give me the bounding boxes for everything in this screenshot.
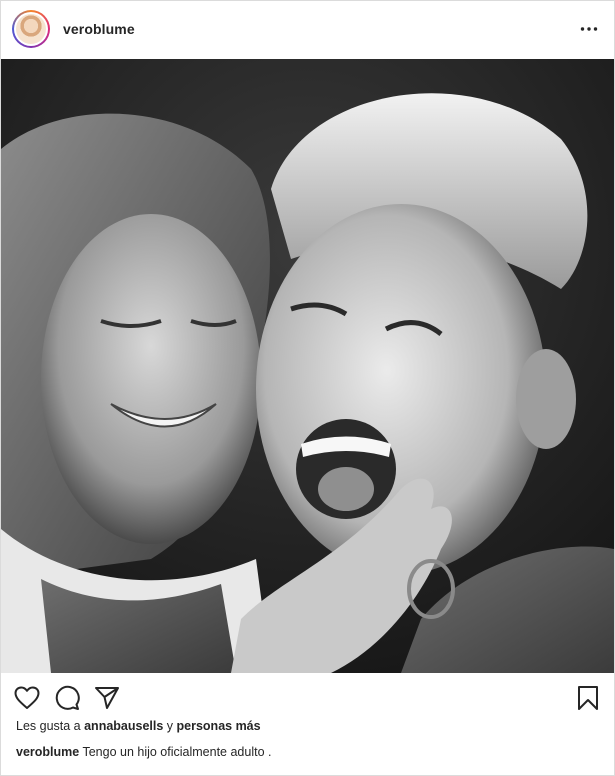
- more-options-button[interactable]: [577, 19, 601, 39]
- like-button[interactable]: [13, 684, 41, 712]
- photo-image: [1, 59, 614, 673]
- likes-summary: Les gusta a annabausells y personas más: [16, 719, 261, 733]
- post-actions: [1, 678, 614, 718]
- save-button[interactable]: [574, 684, 602, 712]
- likes-middle: y: [163, 719, 177, 733]
- comment-icon: [55, 685, 80, 710]
- bookmark-icon: [578, 686, 598, 710]
- paper-plane-icon: [95, 687, 119, 709]
- heart-icon: [14, 686, 40, 709]
- avatar[interactable]: [12, 10, 50, 48]
- likes-others-link[interactable]: personas más: [177, 719, 261, 733]
- caption-text: Tengo un hijo oficialmente adulto .: [79, 745, 272, 759]
- share-button[interactable]: [93, 684, 121, 712]
- username-link[interactable]: veroblume: [63, 21, 135, 37]
- liked-by-user-link[interactable]: annabausells: [84, 719, 163, 733]
- instagram-post: veroblume Les gusta a annabausells y per…: [0, 0, 615, 776]
- likes-prefix: Les gusta a: [16, 719, 85, 733]
- avatar-border: [14, 12, 48, 46]
- avatar-image: [16, 14, 46, 44]
- more-horizontal-icon: [580, 27, 598, 31]
- comment-button[interactable]: [53, 684, 81, 712]
- post-header: veroblume: [1, 1, 614, 59]
- post-caption: veroblume Tengo un hijo oficialmente adu…: [16, 745, 271, 759]
- post-photo[interactable]: [1, 59, 614, 673]
- caption-username-link[interactable]: veroblume: [16, 745, 79, 759]
